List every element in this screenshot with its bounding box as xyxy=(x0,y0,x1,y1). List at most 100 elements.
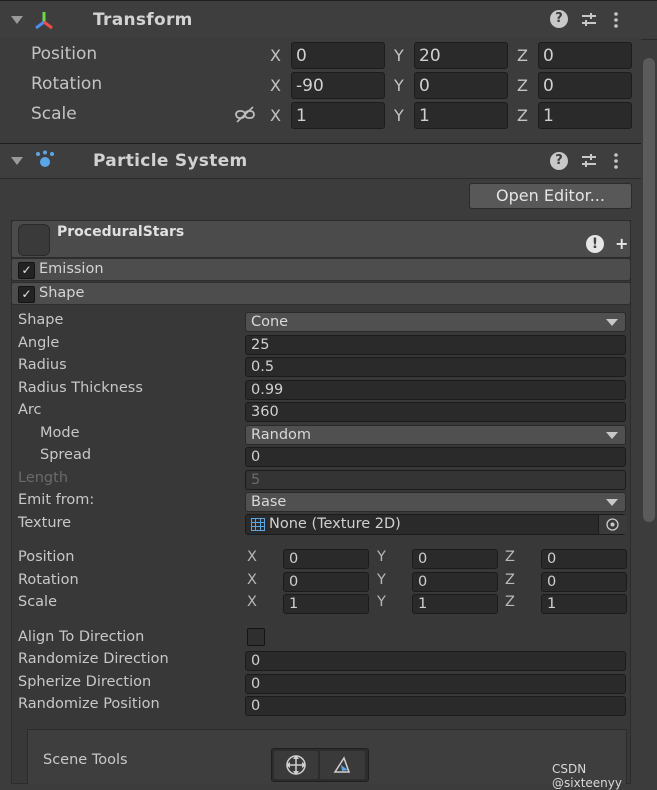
axis-y-label: Y xyxy=(394,76,404,95)
transform-title: Transform xyxy=(93,10,193,30)
rotation-z-field[interactable]: 0 xyxy=(538,72,632,99)
shape-rotation-y-field[interactable]: 0 xyxy=(412,572,498,592)
shape-dropdown-value: Cone xyxy=(251,314,289,330)
position-z-field[interactable]: 0 xyxy=(538,42,632,69)
axis-z-label: Z xyxy=(505,549,515,565)
particle-system-header[interactable]: Particle System ? xyxy=(0,143,657,179)
radius-thickness-field[interactable]: 0.99 xyxy=(245,380,626,400)
transform-scale-label: Scale xyxy=(31,104,77,124)
transform-position-label: Position xyxy=(31,44,98,64)
emit-from-label: Emit from: xyxy=(18,492,95,508)
shape-position-x-field[interactable]: 0 xyxy=(283,549,369,569)
shape-position-y-field[interactable]: 0 xyxy=(412,549,498,569)
axis-y-label: Y xyxy=(394,46,404,65)
length-label: Length xyxy=(18,470,69,486)
scene-tools-label: Scene Tools xyxy=(43,752,128,768)
length-field: 5 xyxy=(245,470,626,490)
kebab-menu-icon[interactable] xyxy=(612,11,620,29)
dropdown-arrow-icon xyxy=(606,499,618,506)
mode-dropdown-value: Random xyxy=(251,427,312,443)
particle-system-name: ProceduralStars xyxy=(57,224,185,240)
particle-system-thumbnail xyxy=(18,224,50,256)
rotation-x-field[interactable]: -90 xyxy=(291,72,385,99)
emit-from-dropdown[interactable]: Base xyxy=(245,492,626,512)
axis-y-label: Y xyxy=(377,594,386,610)
radius-thickness-label: Radius Thickness xyxy=(18,380,143,396)
angle-field[interactable]: 25 xyxy=(245,335,626,355)
axis-x-label: X xyxy=(270,76,281,95)
axis-z-label: Z xyxy=(517,46,528,65)
axis-x-label: X xyxy=(270,106,281,125)
spherize-direction-label: Spherize Direction xyxy=(18,674,152,690)
watermark-text: CSDN @sixteenyy xyxy=(552,762,622,790)
axis-x-label: X xyxy=(247,549,257,565)
shape-rotation-z-field[interactable]: 0 xyxy=(541,572,627,592)
presets-icon[interactable] xyxy=(580,11,598,29)
randomize-direction-field[interactable]: 0 xyxy=(245,651,626,671)
axis-y-label: Y xyxy=(394,106,404,125)
position-x-field[interactable]: 0 xyxy=(291,42,385,69)
axis-y-label: Y xyxy=(377,549,386,565)
texture-object-field[interactable]: None (Texture 2D) xyxy=(245,514,626,535)
shape-position-label: Position xyxy=(18,549,75,565)
axis-y-label: Y xyxy=(377,572,386,588)
shape-scale-y-field[interactable]: 1 xyxy=(412,594,498,614)
shape-module-label: Shape xyxy=(39,285,85,301)
transform-axes-icon xyxy=(35,12,53,30)
shape-rotation-x-field[interactable]: 0 xyxy=(283,572,369,592)
shape-scale-x-field[interactable]: 1 xyxy=(283,594,369,614)
emission-enabled-checkbox[interactable]: ✓ xyxy=(18,262,35,279)
arc-field[interactable]: 360 xyxy=(245,402,626,422)
spread-field[interactable]: 0 xyxy=(245,447,626,467)
axis-x-label: X xyxy=(247,572,257,588)
scale-x-field[interactable]: 1 xyxy=(291,102,385,129)
shape-scale-label: Scale xyxy=(18,594,58,610)
shape-label: Shape xyxy=(18,312,64,328)
mode-label: Mode xyxy=(40,425,80,441)
help-icon[interactable]: ? xyxy=(550,152,568,170)
particle-system-title: Particle System xyxy=(93,151,248,171)
shape-position-z-field[interactable]: 0 xyxy=(541,549,627,569)
axis-z-label: Z xyxy=(517,106,528,125)
shape-enabled-checkbox[interactable]: ✓ xyxy=(18,286,35,303)
inspector-scrollbar-thumb[interactable] xyxy=(643,58,655,522)
transform-foldout-arrow-icon[interactable] xyxy=(11,16,23,24)
particle-system-name-header[interactable]: ProceduralStars ! + xyxy=(11,220,631,258)
position-y-field[interactable]: 20 xyxy=(414,42,508,69)
axis-z-label: Z xyxy=(505,594,515,610)
shape-scale-z-field[interactable]: 1 xyxy=(541,594,627,614)
presets-icon[interactable] xyxy=(580,152,598,170)
shape-module-header[interactable]: ✓ Shape xyxy=(11,282,631,305)
open-editor-button[interactable]: Open Editor... xyxy=(469,183,632,209)
radius-field[interactable]: 0.5 xyxy=(245,357,626,377)
spread-label: Spread xyxy=(40,447,92,463)
randomize-position-field[interactable]: 0 xyxy=(245,696,626,716)
texture-label: Texture xyxy=(18,515,72,531)
spherize-direction-field[interactable]: 0 xyxy=(245,674,626,694)
constrain-proportions-link-icon[interactable] xyxy=(234,106,256,124)
texture-value: None (Texture 2D) xyxy=(269,516,401,532)
particle-system-foldout-arrow-icon[interactable] xyxy=(11,157,23,165)
shape-edit-tool-icon xyxy=(333,756,351,773)
shape-edit-tool-button[interactable] xyxy=(320,751,365,779)
mode-dropdown[interactable]: Random xyxy=(245,425,626,445)
particle-system-icon xyxy=(36,150,54,167)
rotation-y-field[interactable]: 0 xyxy=(414,72,508,99)
emission-module-header[interactable]: ✓ Emission xyxy=(11,258,631,281)
help-icon[interactable]: ? xyxy=(550,10,568,28)
randomize-position-label: Randomize Position xyxy=(18,696,160,712)
warning-icon[interactable]: ! xyxy=(586,235,604,253)
align-to-direction-checkbox[interactable] xyxy=(247,628,265,646)
emission-module-label: Emission xyxy=(39,261,104,277)
transform-rotation-label: Rotation xyxy=(31,74,103,94)
move-tool-button[interactable] xyxy=(274,751,318,779)
scale-z-field[interactable]: 1 xyxy=(538,102,632,129)
scale-y-field[interactable]: 1 xyxy=(414,102,508,129)
transform-header[interactable]: Transform ? xyxy=(0,0,657,40)
dropdown-arrow-icon xyxy=(606,432,618,439)
object-picker-icon[interactable] xyxy=(598,515,626,534)
shape-dropdown[interactable]: Cone xyxy=(245,312,626,332)
add-module-icon[interactable]: + xyxy=(615,235,628,253)
randomize-direction-label: Randomize Direction xyxy=(18,651,169,667)
kebab-menu-icon[interactable] xyxy=(612,152,620,170)
